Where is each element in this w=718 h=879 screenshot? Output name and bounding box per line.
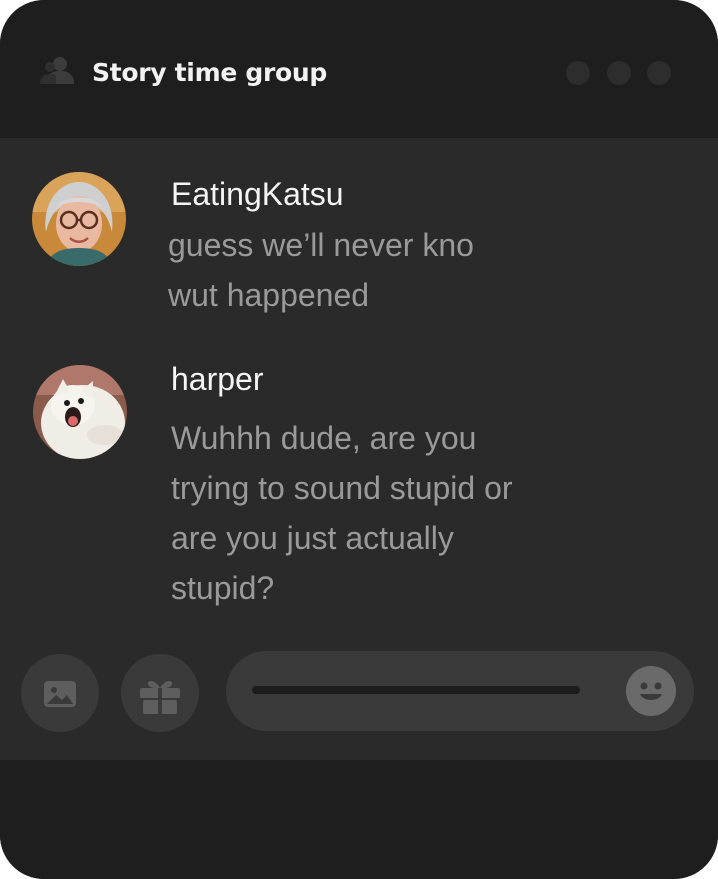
- footer-area: [0, 760, 718, 879]
- chat-title: Story time group: [92, 58, 327, 87]
- gift-icon: [140, 681, 180, 714]
- avatar[interactable]: [33, 365, 127, 459]
- smiley-icon: [640, 682, 662, 700]
- window-control-dot[interactable]: [607, 61, 631, 85]
- input-placeholder-bar: [252, 686, 580, 694]
- gift-button[interactable]: [121, 654, 199, 732]
- window-control-dot[interactable]: [647, 61, 671, 85]
- chat-window: Story time group EatingKatsu guess we’ll…: [0, 0, 718, 879]
- avatar[interactable]: [32, 172, 126, 266]
- message-username[interactable]: EatingKatsu: [171, 174, 344, 214]
- image-button[interactable]: [21, 654, 99, 732]
- chat-header: Story time group: [0, 0, 718, 138]
- avatar-image: [32, 172, 126, 266]
- message-username[interactable]: harper: [171, 359, 264, 399]
- avatar-image: [33, 365, 127, 459]
- emoji-button[interactable]: [626, 666, 676, 716]
- window-control-dot[interactable]: [566, 61, 590, 85]
- group-icon: [40, 57, 74, 84]
- message-text: Wuhhh dude, are you trying to sound stup…: [171, 420, 513, 606]
- image-icon: [44, 681, 76, 707]
- message-text: guess we’ll never kno wut happened: [168, 227, 474, 313]
